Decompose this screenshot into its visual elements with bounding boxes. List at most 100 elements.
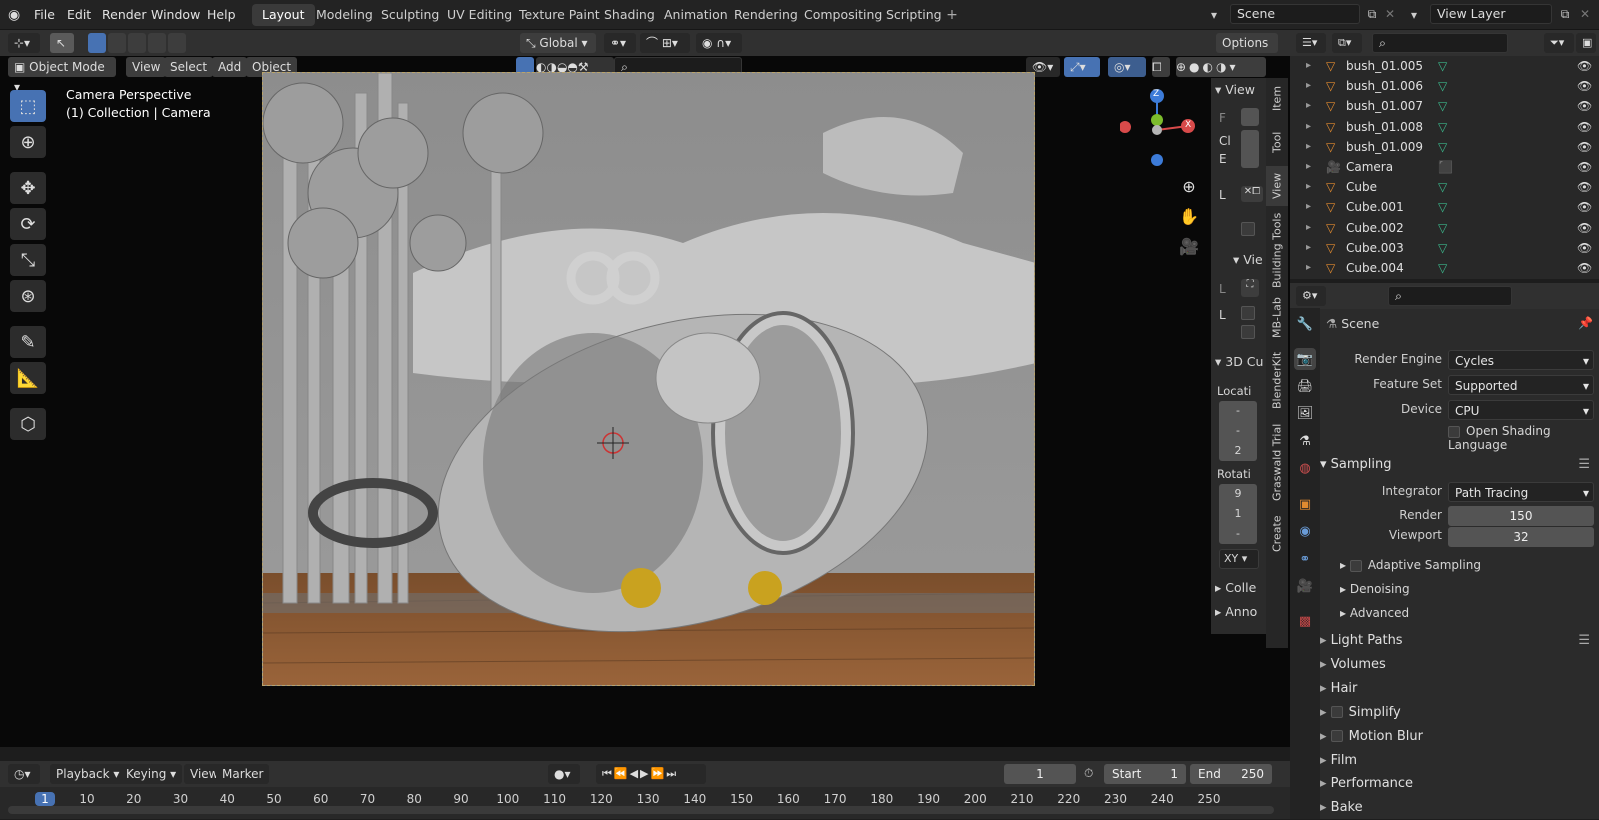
display-mode-icon[interactable]: ⧉▾ (1332, 33, 1362, 53)
advanced-subpanel[interactable]: ▸ Advanced (1340, 606, 1409, 620)
data-tab-icon[interactable]: 🎥 (1294, 575, 1316, 597)
adaptive-sampling-checkbox[interactable] (1349, 559, 1362, 572)
outliner-row-label[interactable]: bush_01.006 (1346, 76, 1423, 96)
mesh-data-icon[interactable]: ▽ (1438, 56, 1447, 76)
lock-object-icon[interactable]: ⛶ (1241, 279, 1259, 297)
use-preview-range-icon[interactable]: ⏱ (1084, 766, 1093, 781)
menu-window[interactable]: Window (151, 0, 200, 30)
expand-arrow-icon[interactable]: ▸ (1306, 137, 1311, 157)
expand-arrow-icon[interactable]: ▸ (1306, 238, 1311, 258)
tab-view[interactable]: View (1266, 166, 1288, 206)
options-dropdown[interactable]: Options ▾ (1216, 33, 1278, 70)
device-dropdown[interactable]: CPU ▾ (1448, 400, 1594, 420)
playback-controls-icons[interactable]: ⏮⏪◀▶⏩⏭ (596, 764, 706, 784)
lock-cursor-checkbox[interactable] (1241, 306, 1255, 320)
select-mode-extend-icon[interactable] (108, 33, 126, 53)
expand-arrow-icon[interactable]: ▸ (1306, 197, 1311, 217)
menu-add[interactable]: Add (212, 57, 248, 77)
tab-building-tools[interactable]: Building Tools (1266, 210, 1288, 290)
bake-panel-header[interactable]: ▸ Bake (1320, 796, 1598, 820)
select-mode-new-icon[interactable] (88, 33, 106, 53)
timeline-scrollbar[interactable] (8, 806, 1274, 814)
texture-tab-icon[interactable]: ▩ (1294, 610, 1316, 632)
outliner-row[interactable]: ▸ ▽ Cube.003 ▽ 👁 (1290, 238, 1599, 258)
outliner-row-label[interactable]: Cube.001 (1346, 197, 1404, 217)
gizmo-toggle-icon[interactable]: ⤢▾ (1064, 57, 1100, 77)
current-frame-field[interactable]: 1 (1004, 764, 1076, 784)
outliner-row-label[interactable]: Camera (1346, 157, 1393, 177)
move-tool-icon[interactable]: ✥ (10, 172, 46, 204)
add-cube-tool-icon[interactable]: ⬡ (10, 408, 46, 440)
menu-view[interactable]: View (126, 57, 167, 77)
select-mode-invert-icon[interactable] (148, 33, 166, 53)
integrator-dropdown[interactable]: Path Tracing ▾ (1448, 482, 1594, 502)
expand-arrow-icon[interactable]: ▸ (1306, 96, 1311, 116)
menu-edit[interactable]: Edit (67, 0, 91, 30)
auto-keying-icon[interactable]: ●▾ (548, 764, 580, 784)
annotate-tool-icon[interactable]: ✎ (10, 326, 46, 358)
annotations-header[interactable]: ▸ Anno (1215, 604, 1267, 619)
new-view-layer-icon[interactable]: ⧉ (1555, 4, 1575, 24)
transform-tool-icon[interactable]: ⊛ (10, 280, 46, 312)
tool-tab-icon[interactable]: 🔧 (1294, 313, 1316, 335)
expand-arrow-icon[interactable]: ▸ (1306, 56, 1311, 76)
view-layer-name-field[interactable]: View Layer (1430, 4, 1552, 24)
motion-blur-panel-header[interactable]: ▸ Motion Blur (1320, 725, 1598, 749)
mesh-data-icon[interactable]: ▽ (1438, 238, 1447, 258)
simplify-checkbox[interactable] (1330, 706, 1343, 719)
scene-tab-icon[interactable]: ⚗ (1294, 430, 1316, 452)
filter-icon[interactable]: ⏷▾ (1544, 33, 1574, 53)
collections-header[interactable]: ▸ Colle (1215, 580, 1267, 595)
proportional-editing-icon[interactable]: ◉ ∩▾ (696, 33, 742, 53)
expand-arrow-icon[interactable]: ▸ (1306, 258, 1311, 278)
hair-panel-header[interactable]: ▸ Hair (1320, 677, 1598, 701)
outliner-search-input[interactable]: ⌕ (1372, 33, 1508, 53)
mesh-data-icon[interactable]: ▽ (1438, 137, 1447, 157)
visibility-eye-icon[interactable]: 👁 (1577, 218, 1592, 238)
mesh-data-icon[interactable]: ▽ (1438, 96, 1447, 116)
scene-selector-icon[interactable]: ▾ (1204, 5, 1224, 25)
zoom-icon[interactable]: ⊕ (1177, 172, 1201, 202)
rotation-mode-dropdown[interactable]: XY ▾ (1219, 549, 1259, 569)
select-mode-intersect-icon[interactable] (168, 33, 186, 53)
menu-file[interactable]: File (34, 0, 55, 30)
tab-tool[interactable]: Tool (1266, 122, 1288, 162)
menu-select[interactable]: Select (164, 57, 214, 77)
presets-icon[interactable]: ☰ (1578, 453, 1590, 477)
tab-item[interactable]: Item (1266, 78, 1288, 118)
timeline-editor-type-icon[interactable]: ◷▾ (8, 764, 40, 784)
visibility-eye-icon[interactable]: 👁 (1577, 238, 1592, 258)
mesh-data-icon[interactable]: ▽ (1438, 117, 1447, 137)
expand-arrow-icon[interactable]: ▸ (1306, 157, 1311, 177)
focal-length-field[interactable] (1241, 108, 1259, 126)
3d-cursor-header[interactable]: ▾ 3D Cu (1215, 354, 1267, 369)
view-layer-selector-icon[interactable]: ▾ (1404, 5, 1424, 25)
mesh-data-icon[interactable]: ▽ (1438, 76, 1447, 96)
rotation-x[interactable]: 9 (1219, 484, 1257, 504)
current-frame-indicator[interactable]: 1 (35, 792, 55, 806)
rotation-y[interactable]: 1 (1219, 504, 1257, 524)
rotation-z[interactable]: - (1219, 524, 1257, 544)
overlays-toggle-icon[interactable]: ◎▾ (1108, 57, 1146, 77)
outliner-row[interactable]: ▸ ▽ bush_01.009 ▽ 👁 (1290, 137, 1599, 157)
start-frame-field[interactable]: Start 1 (1104, 764, 1186, 784)
output-tab-icon[interactable]: 🖨 (1294, 375, 1316, 397)
sampling-panel-header[interactable]: ▾ Sampling ☰ (1320, 453, 1598, 477)
keying-dropdown[interactable]: Keying ▾ (120, 764, 183, 784)
scale-tool-icon[interactable]: ⤡ (10, 244, 46, 276)
navigation-gizmo[interactable]: Z X (1119, 86, 1196, 168)
view-layer-tab-icon[interactable]: 🖼 (1294, 402, 1316, 424)
outliner-row[interactable]: ▸ ▽ bush_01.006 ▽ 👁 (1290, 76, 1599, 96)
clip-fields[interactable] (1241, 130, 1259, 168)
cursor-tool-icon[interactable]: ⊕ (10, 126, 46, 158)
local-camera-field[interactable]: ✕⧠ (1241, 186, 1263, 202)
visibility-eye-icon[interactable]: 👁 (1577, 117, 1592, 137)
render-engine-dropdown[interactable]: Cycles ▾ (1448, 350, 1594, 370)
scene-name-field[interactable]: Scene (1230, 4, 1360, 24)
location-x[interactable]: - (1219, 401, 1257, 421)
lock-camera-checkbox[interactable] (1241, 325, 1255, 339)
lock-checkbox[interactable] (1241, 222, 1255, 236)
menu-help[interactable]: Help (207, 0, 236, 30)
blender-logo-icon[interactable]: ◉ (8, 7, 24, 23)
view-lock-header[interactable]: ▾ Vie (1233, 252, 1267, 267)
